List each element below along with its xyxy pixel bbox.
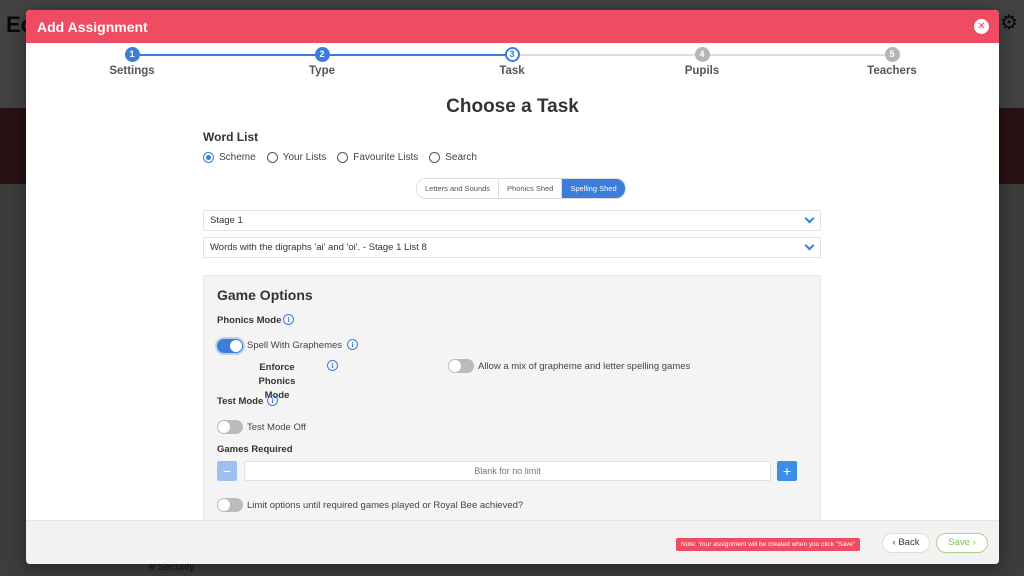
step-pupils[interactable]: 4 Pupils [642,47,762,77]
radio-scheme[interactable]: Scheme [203,152,256,163]
word-list-select[interactable]: Words with the digraphs 'ai' and 'oi'. -… [203,237,821,258]
chevron-left-icon: ‹ [892,537,896,548]
modal-header: Add Assignment ✕ [26,10,999,43]
stage-select[interactable]: Stage 1 [203,210,821,231]
step-type[interactable]: 2 Type [262,47,382,77]
test-mode-status-label: Test Mode Off [247,422,306,433]
scheme-selector: Letters and Sounds Phonics Shed Spelling… [416,178,626,199]
allow-mix-toggle[interactable] [448,359,474,373]
step-number: 5 [884,47,900,62]
radio-search[interactable]: Search [429,152,477,163]
save-button[interactable]: Save › [936,533,988,553]
step-teachers[interactable]: 5 Teachers [832,47,952,77]
radio-empty-icon [266,152,278,163]
scheme-spelling-shed[interactable]: Spelling Shed [562,179,625,198]
games-required-input[interactable] [244,461,771,481]
step-settings[interactable]: 1 Settings [72,47,192,77]
radio-your-lists[interactable]: Your Lists [266,152,326,163]
radio-empty-icon [429,152,441,163]
info-icon[interactable]: i [267,395,278,406]
save-note-badge: Note: Your assignment will be created wh… [676,538,861,551]
decrement-button[interactable]: − [217,461,237,481]
phonics-mode-label: Phonics Mode [217,315,282,326]
close-icon[interactable]: ✕ [974,19,989,34]
radio-selected-icon [203,152,214,163]
scheme-phonics-shed[interactable]: Phonics Shed [499,179,563,198]
word-list-source-radios: Scheme Your Lists Favourite Lists Search [203,152,821,163]
increment-button[interactable]: + [777,461,797,481]
chevron-right-icon: › [972,537,976,548]
step-task[interactable]: 3 Task [452,47,572,77]
info-icon[interactable]: i [327,360,338,371]
step-label: Teachers [867,65,917,77]
limit-options-toggle[interactable] [217,498,243,512]
spell-with-graphemes-label: Spell With Graphemes [247,340,343,351]
limit-options-label: Limit options until required games playe… [247,500,524,511]
games-required-label: Games Required [217,444,293,455]
step-label: Settings [109,65,155,77]
game-options-panel: Game Options Phonics Mode i Spell With G… [203,275,821,527]
info-icon[interactable]: i [283,314,294,325]
add-assignment-modal: Add Assignment ✕ 1 Settings 2 Type 3 Tas… [26,10,999,564]
step-number: 1 [124,47,140,62]
task-form: Word List Scheme Your Lists Favourite Li… [203,130,821,527]
step-label: Pupils [684,65,720,77]
back-button[interactable]: ‹ Back [882,533,930,553]
radio-favourite-lists[interactable]: Favourite Lists [337,152,418,163]
test-mode-label: Test Mode [217,396,264,407]
modal-title: Add Assignment [37,18,148,35]
test-mode-toggle[interactable] [217,420,243,434]
page-title: Choose a Task [446,96,579,117]
chevron-down-icon [804,240,815,251]
step-label: Type [309,65,335,77]
chevron-down-icon [804,213,815,224]
step-number: 3 [504,47,520,62]
word-list-label: Word List [203,130,259,144]
info-icon[interactable]: i [347,339,358,350]
game-options-title: Game Options [217,287,313,303]
step-number: 4 [694,47,710,62]
step-number: 2 [314,47,330,62]
progress-stepper: 1 Settings 2 Type 3 Task 4 Pupils 5 Teac… [26,43,999,88]
modal-footer: Note: Your assignment will be created wh… [26,520,999,564]
allow-mix-label: Allow a mix of grapheme and letter spell… [478,361,691,372]
radio-empty-icon [337,152,349,163]
scheme-letters-and-sounds[interactable]: Letters and Sounds [417,179,500,198]
step-label: Task [499,65,525,77]
spell-with-graphemes-toggle[interactable] [217,339,243,353]
